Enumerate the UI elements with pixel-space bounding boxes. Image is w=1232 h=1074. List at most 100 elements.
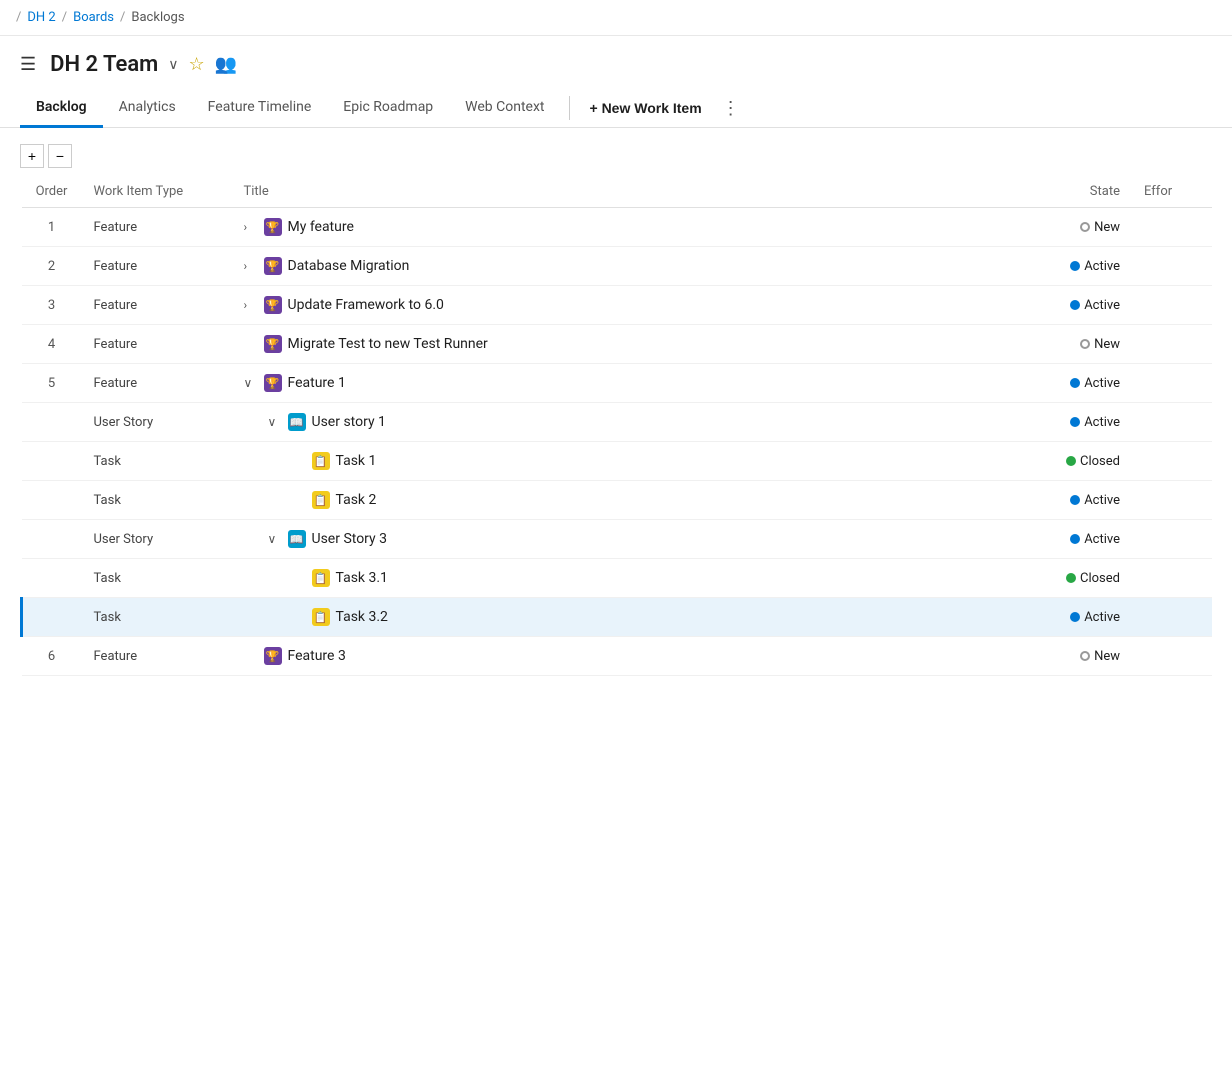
state-dot-closed xyxy=(1066,456,1076,466)
cell-title[interactable]: 📋 Task 3.1 xyxy=(232,559,973,598)
table-row[interactable]: Task 📋 Task 3.1 Closed xyxy=(22,559,1213,598)
tab-epic-roadmap[interactable]: Epic Roadmap xyxy=(327,89,449,128)
cell-order xyxy=(22,403,82,442)
cell-title[interactable]: 📋 Task 2 xyxy=(232,481,973,520)
cell-state: Active xyxy=(972,520,1132,559)
table-row[interactable]: 2Feature › 🏆 Database Migration Active xyxy=(22,247,1213,286)
cell-title[interactable]: 📋 Task 1 xyxy=(232,442,973,481)
cell-type: User Story xyxy=(82,520,232,559)
table-row[interactable]: Task 📋 Task 1 Closed xyxy=(22,442,1213,481)
table-row[interactable]: Task 📋 Task 2 Active xyxy=(22,481,1213,520)
work-item-title: Feature 3 xyxy=(288,648,346,664)
state-dot-new xyxy=(1080,651,1090,661)
cell-type: Task xyxy=(82,559,232,598)
cell-state: New xyxy=(972,325,1132,364)
cell-title[interactable]: ∨ 📖 User story 1 xyxy=(232,403,973,442)
cell-effort xyxy=(1132,325,1212,364)
cell-type: Feature xyxy=(82,325,232,364)
cell-effort xyxy=(1132,481,1212,520)
breadcrumb-separator-1: / xyxy=(62,10,67,25)
expand-icon[interactable]: › xyxy=(244,259,258,273)
tab-backlog[interactable]: Backlog xyxy=(20,89,103,128)
collapse-icon[interactable]: ∨ xyxy=(244,376,258,390)
cell-state: Closed xyxy=(972,559,1132,598)
cell-title[interactable]: › 🏆 My feature xyxy=(232,208,973,247)
cell-effort xyxy=(1132,208,1212,247)
cell-order: 2 xyxy=(22,247,82,286)
table-row[interactable]: 6Feature 🏆 Feature 3 New xyxy=(22,637,1213,676)
cell-title[interactable]: › 🏆 Update Framework to 6.0 xyxy=(232,286,973,325)
cell-state: Active xyxy=(972,598,1132,637)
new-work-item-button[interactable]: + New Work Item xyxy=(578,92,714,124)
cell-type: Task xyxy=(82,442,232,481)
state-label: Closed xyxy=(1080,454,1120,469)
cell-order: 1 xyxy=(22,208,82,247)
collapse-icon[interactable]: ∨ xyxy=(268,415,282,429)
breadcrumb: / DH 2 / Boards / Backlogs xyxy=(0,0,1232,36)
collapse-all-button[interactable]: − xyxy=(48,144,72,168)
cell-state: New xyxy=(972,208,1132,247)
work-item-title: Task 3.1 xyxy=(336,570,388,586)
state-dot-active xyxy=(1070,612,1080,622)
table-row[interactable]: 3Feature › 🏆 Update Framework to 6.0 Act… xyxy=(22,286,1213,325)
cell-type: Feature xyxy=(82,286,232,325)
tab-web-context[interactable]: Web Context xyxy=(449,89,560,128)
work-item-title: My feature xyxy=(288,219,354,235)
col-type: Work Item Type xyxy=(82,176,232,208)
work-item-title: User story 1 xyxy=(312,414,386,430)
table-row[interactable]: 5Feature ∨ 🏆 Feature 1 Active xyxy=(22,364,1213,403)
work-item-title: Task 1 xyxy=(336,453,377,469)
work-item-title: Feature 1 xyxy=(288,375,346,391)
cell-order xyxy=(22,481,82,520)
collapse-icon[interactable]: ∨ xyxy=(268,532,282,546)
cell-type: User Story xyxy=(82,403,232,442)
cell-state: New xyxy=(972,637,1132,676)
state-label: Active xyxy=(1084,610,1120,625)
expand-all-button[interactable]: + xyxy=(20,144,44,168)
tab-analytics[interactable]: Analytics xyxy=(103,89,192,128)
state-label: Active xyxy=(1084,259,1120,274)
cell-order xyxy=(22,598,82,637)
star-icon[interactable]: ☆ xyxy=(189,54,205,75)
cell-title[interactable]: ∨ 🏆 Feature 1 xyxy=(232,364,973,403)
col-order: Order xyxy=(22,176,82,208)
cell-type: Feature xyxy=(82,247,232,286)
cell-title[interactable]: 📋 Task 3.2 xyxy=(232,598,973,637)
table-row[interactable]: User Story ∨ 📖 User story 1 Active xyxy=(22,403,1213,442)
cell-title[interactable]: 🏆 Feature 3 xyxy=(232,637,973,676)
tab-bar: Backlog Analytics Feature Timeline Epic … xyxy=(0,89,1232,128)
table-row[interactable]: Task 📋 Task 3.2 Active xyxy=(22,598,1213,637)
table-row[interactable]: 1Feature › 🏆 My feature New xyxy=(22,208,1213,247)
state-dot-active xyxy=(1070,417,1080,427)
state-dot-active xyxy=(1070,300,1080,310)
cell-title[interactable]: ∨ 📖 User Story 3 xyxy=(232,520,973,559)
work-item-title: Update Framework to 6.0 xyxy=(288,297,444,313)
chevron-down-icon[interactable]: ∨ xyxy=(168,57,178,73)
cell-type: Task xyxy=(82,481,232,520)
tab-feature-timeline[interactable]: Feature Timeline xyxy=(192,89,328,128)
cell-order: 3 xyxy=(22,286,82,325)
cell-title[interactable]: › 🏆 Database Migration xyxy=(232,247,973,286)
team-members-icon[interactable]: 👥 xyxy=(215,54,237,75)
cell-effort xyxy=(1132,364,1212,403)
table-row[interactable]: User Story ∨ 📖 User Story 3 Active xyxy=(22,520,1213,559)
breadcrumb-boards[interactable]: Boards xyxy=(73,10,114,25)
breadcrumb-dh2[interactable]: DH 2 xyxy=(27,10,55,25)
state-label: New xyxy=(1094,220,1120,235)
cell-effort xyxy=(1132,247,1212,286)
state-label: Closed xyxy=(1080,571,1120,586)
hamburger-icon[interactable]: ☰ xyxy=(20,54,36,75)
state-dot-active xyxy=(1070,378,1080,388)
cell-order: 6 xyxy=(22,637,82,676)
table-row[interactable]: 4Feature 🏆 Migrate Test to new Test Runn… xyxy=(22,325,1213,364)
expand-icon[interactable]: › xyxy=(244,220,258,234)
more-options-button[interactable]: ⋮ xyxy=(714,90,748,127)
expand-icon[interactable]: › xyxy=(244,298,258,312)
cell-title[interactable]: 🏆 Migrate Test to new Test Runner xyxy=(232,325,973,364)
cell-state: Closed xyxy=(972,442,1132,481)
state-dot-active xyxy=(1070,534,1080,544)
work-item-title: Task 3.2 xyxy=(336,609,388,625)
state-dot-active xyxy=(1070,495,1080,505)
cell-effort xyxy=(1132,637,1212,676)
cell-effort xyxy=(1132,286,1212,325)
